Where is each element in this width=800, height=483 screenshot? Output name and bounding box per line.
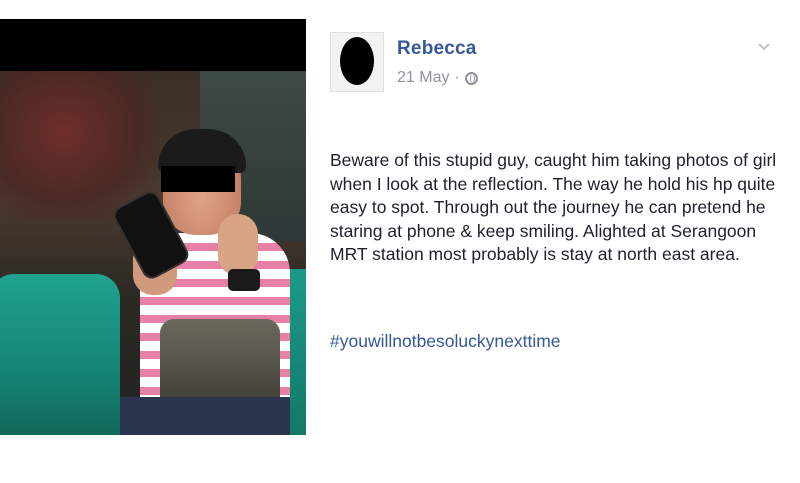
avatar-redaction [340, 37, 374, 85]
chevron-down-icon[interactable] [757, 40, 771, 54]
photo-black-bar [0, 19, 306, 71]
post-photo[interactable] [0, 19, 306, 435]
right-hand [218, 214, 258, 276]
seat-left [0, 274, 120, 435]
hashtag-link[interactable]: #youwillnotbesoluckynexttime [330, 331, 561, 352]
post-date[interactable]: 21 May [397, 69, 449, 87]
trousers [120, 397, 290, 435]
censor-bar [161, 166, 235, 192]
globe-icon[interactable] [464, 71, 478, 85]
author-name[interactable]: Rebecca [397, 38, 477, 60]
post-meta: 21 May · [397, 69, 478, 87]
post-body: Beware of this stupid guy, caught him ta… [330, 150, 777, 264]
wrist-watch [228, 269, 260, 291]
avatar[interactable] [330, 32, 384, 92]
meta-separator: · [454, 69, 460, 86]
